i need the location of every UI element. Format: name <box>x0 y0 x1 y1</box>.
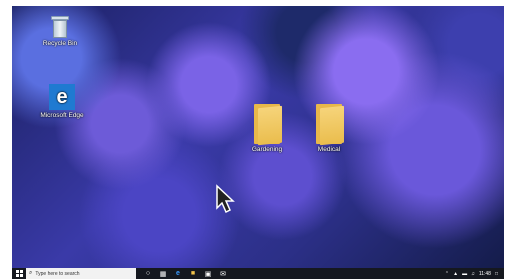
file-explorer-icon[interactable]: ■ <box>189 270 197 278</box>
taskbar: ⌕ Type here to search ○ ▦ e ■ ▣ ✉ ⌃ ▲ ▬ … <box>12 268 504 279</box>
edge-icon[interactable]: e <box>174 270 182 278</box>
edge-icon: e <box>49 84 75 110</box>
medical-folder-label: Medical <box>317 146 341 153</box>
start-button[interactable] <box>12 268 26 279</box>
search-placeholder: Type here to search <box>35 270 80 277</box>
recycle-bin-label: Recycle Bin <box>42 40 78 47</box>
folder-icon <box>252 104 282 146</box>
volume-icon[interactable]: ♫ <box>471 271 475 277</box>
desktop[interactable]: Recycle Bin e Microsoft Edge Gardening M… <box>12 6 504 268</box>
search-icon: ⌕ <box>29 270 33 276</box>
recycle-bin-icon[interactable]: Recycle Bin <box>30 16 90 48</box>
medical-folder[interactable]: Medical <box>299 104 359 154</box>
network-icon[interactable]: ▲ <box>453 271 458 277</box>
clock[interactable]: 11:48 <box>479 271 491 277</box>
battery-icon[interactable]: ▬ <box>462 271 467 277</box>
task-view-icon[interactable]: ▦ <box>159 270 167 278</box>
microsoft-edge-shortcut[interactable]: e Microsoft Edge <box>32 84 92 120</box>
cortana-icon[interactable]: ○ <box>144 270 152 278</box>
gardening-folder[interactable]: Gardening <box>237 104 297 154</box>
windows-logo-icon <box>15 270 23 277</box>
mouse-cursor-icon <box>216 184 235 214</box>
notification-icon[interactable]: □ <box>495 271 498 277</box>
trash-icon <box>51 16 69 38</box>
edge-label: Microsoft Edge <box>40 112 84 119</box>
folder-icon <box>314 104 344 146</box>
mail-icon[interactable]: ✉ <box>219 270 227 278</box>
taskbar-search[interactable]: ⌕ Type here to search <box>26 268 136 279</box>
system-tray: ⌃ ▲ ▬ ♫ 11:48 □ <box>445 271 504 277</box>
chevron-up-icon[interactable]: ⌃ <box>445 271 449 277</box>
gardening-folder-label: Gardening <box>251 146 283 153</box>
store-icon[interactable]: ▣ <box>204 270 212 278</box>
